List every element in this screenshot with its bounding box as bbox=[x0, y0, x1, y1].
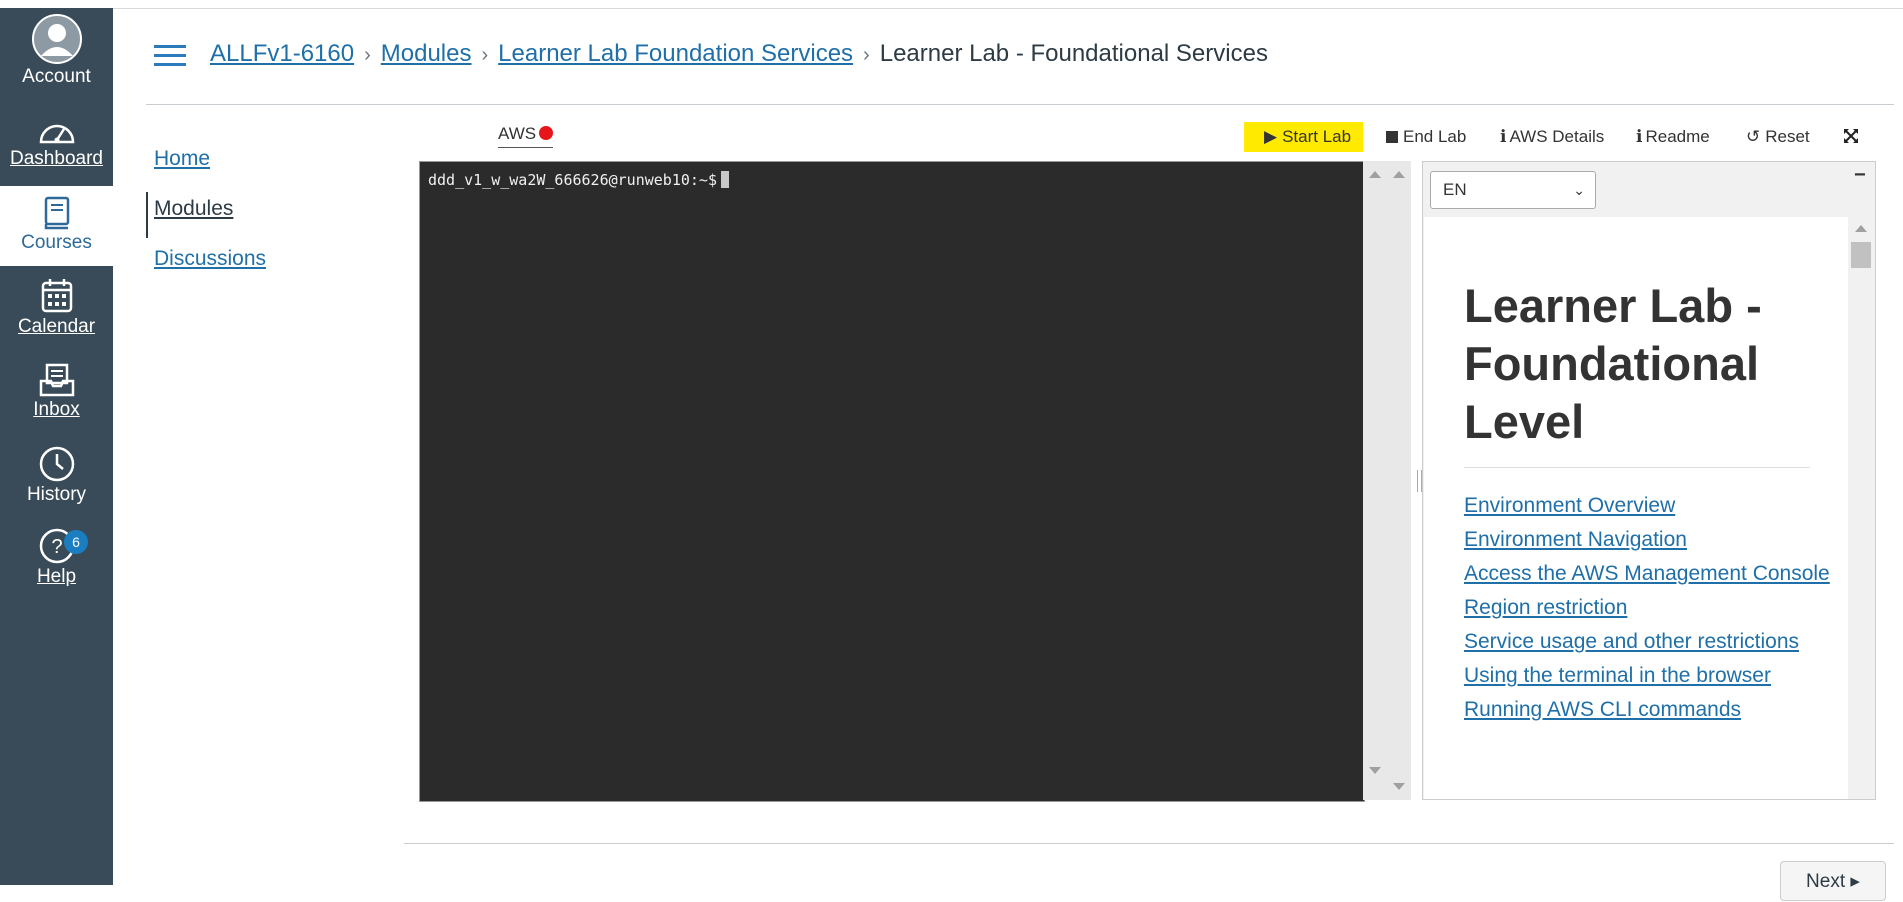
language-select[interactable]: EN ⌄ bbox=[1430, 171, 1596, 209]
nav-account-label: Account bbox=[22, 66, 91, 87]
aws-label: AWS bbox=[498, 124, 537, 143]
nav-history-label: History bbox=[26, 484, 87, 505]
readme-title: Learner Lab - Foundational Level bbox=[1464, 279, 1762, 448]
readme-button[interactable]: ℹ Readme bbox=[1636, 122, 1710, 152]
readme-content: Learner Lab - Foundational Level Environ… bbox=[1424, 217, 1848, 799]
terminal-prompt-line: ddd_v1_w_wa2W_666626@runweb10:~$ bbox=[428, 171, 729, 189]
end-lab-label: End Lab bbox=[1403, 127, 1467, 146]
info-icon: ℹ bbox=[1636, 127, 1643, 146]
start-lab-label: Start Lab bbox=[1282, 127, 1352, 146]
nav-help[interactable]: ? 6 Help bbox=[0, 528, 113, 588]
toc-item: Region restriction bbox=[1464, 591, 1834, 625]
nav-inbox-label: Inbox bbox=[33, 399, 80, 420]
toc-item: Running AWS CLI commands bbox=[1464, 693, 1834, 727]
breadcrumb-current: Learner Lab - Foundational Services bbox=[879, 40, 1268, 67]
breadcrumb-separator-icon: › bbox=[863, 44, 870, 66]
terminal-cursor bbox=[720, 171, 729, 188]
reset-button[interactable]: ↺ Reset bbox=[1746, 122, 1810, 152]
nav-account[interactable]: Account bbox=[0, 14, 113, 88]
nav-calendar-label: Calendar bbox=[17, 316, 96, 337]
chevron-down-icon: ⌄ bbox=[1573, 182, 1585, 198]
aws-details-label: AWS Details bbox=[1509, 127, 1605, 146]
scroll-down-icon[interactable] bbox=[1369, 767, 1381, 774]
calendar-icon bbox=[41, 279, 72, 313]
collapse-panel-button[interactable]: − bbox=[1854, 164, 1866, 187]
dashboard-icon bbox=[39, 124, 74, 144]
toc-item: Access the AWS Management Console bbox=[1464, 557, 1834, 591]
breadcrumb-modules-link[interactable]: Modules bbox=[381, 40, 472, 67]
header-divider bbox=[146, 104, 1894, 105]
end-lab-button[interactable]: End Lab bbox=[1386, 122, 1466, 152]
readme-scroll-thumb[interactable] bbox=[1851, 242, 1871, 268]
nav-courses[interactable]: Courses bbox=[0, 186, 113, 266]
footer-divider bbox=[404, 843, 1894, 844]
course-nav-modules[interactable]: Modules bbox=[146, 190, 396, 240]
fullscreen-button[interactable] bbox=[1843, 122, 1859, 152]
clock-icon bbox=[39, 446, 74, 482]
toc-item: Service usage and other restrictions bbox=[1464, 625, 1834, 659]
language-value: EN bbox=[1443, 180, 1467, 199]
nav-courses-label: Courses bbox=[21, 232, 92, 253]
toc-link[interactable]: Using the terminal in the browser bbox=[1464, 664, 1771, 687]
stop-square-icon bbox=[1386, 122, 1398, 152]
info-icon: ℹ bbox=[1500, 127, 1507, 146]
breadcrumb-separator-icon: › bbox=[481, 44, 489, 66]
nav-help-label: Help bbox=[36, 566, 77, 587]
course-nav-discussions[interactable]: Discussions bbox=[146, 240, 396, 290]
breadcrumb-separator-icon: › bbox=[364, 44, 371, 66]
scroll-up-icon[interactable] bbox=[1855, 225, 1867, 232]
readme-divider bbox=[1464, 467, 1810, 468]
global-nav: Account Dashboard Courses Calendar Inbox… bbox=[0, 8, 113, 885]
nav-history[interactable]: History bbox=[0, 446, 113, 506]
start-lab-button[interactable]: ▶ Start Lab bbox=[1244, 122, 1364, 152]
aws-details-button[interactable]: ℹ AWS Details bbox=[1500, 122, 1604, 152]
avatar-icon bbox=[31, 14, 82, 64]
toc-item: Using the terminal in the browser bbox=[1464, 659, 1834, 693]
courses-book-icon bbox=[44, 196, 69, 230]
nav-dashboard[interactable]: Dashboard bbox=[0, 116, 113, 170]
breadcrumb-module-item-link[interactable]: Learner Lab Foundation Services bbox=[498, 40, 853, 67]
help-notification-badge: 6 bbox=[64, 530, 88, 554]
terminal[interactable]: ddd_v1_w_wa2W_666626@runweb10:~$ bbox=[419, 161, 1365, 802]
aws-console-link[interactable]: AWS bbox=[498, 124, 554, 148]
play-icon: ▶ bbox=[1264, 127, 1278, 146]
aws-status-indicator bbox=[539, 126, 554, 140]
expand-icon bbox=[1844, 129, 1858, 143]
toc-link[interactable]: Environment Navigation bbox=[1464, 528, 1687, 551]
next-button[interactable]: Next ▸ bbox=[1780, 861, 1886, 901]
nav-calendar[interactable]: Calendar bbox=[0, 278, 113, 338]
readme-toc: Environment Overview Environment Navigat… bbox=[1464, 489, 1834, 727]
readme-label: Readme bbox=[1645, 127, 1710, 146]
course-nav-home[interactable]: Home bbox=[146, 140, 396, 190]
reset-label: Reset bbox=[1765, 127, 1810, 146]
toc-item: Environment Overview bbox=[1464, 489, 1834, 523]
breadcrumb: ALLFv1-6160 › Modules › Learner Lab Foundati… bbox=[210, 40, 1268, 68]
toc-link[interactable]: Running AWS CLI commands bbox=[1464, 698, 1741, 721]
scroll-down-icon[interactable] bbox=[1393, 783, 1405, 790]
toc-link[interactable]: Environment Overview bbox=[1464, 494, 1675, 517]
terminal-scrollbar[interactable] bbox=[1363, 161, 1411, 800]
readme-scrollbar[interactable] bbox=[1848, 217, 1874, 799]
svg-text:?: ? bbox=[51, 536, 62, 558]
toc-item: Environment Navigation bbox=[1464, 523, 1834, 557]
reset-icon: ↺ bbox=[1746, 127, 1761, 146]
top-border bbox=[0, 0, 1903, 9]
scroll-up-icon[interactable] bbox=[1369, 171, 1381, 178]
course-nav: Home Modules Discussions bbox=[146, 140, 396, 290]
nav-dashboard-label: Dashboard bbox=[10, 148, 103, 169]
scroll-up-icon[interactable] bbox=[1393, 171, 1405, 178]
toc-link[interactable]: Service usage and other restrictions bbox=[1464, 630, 1799, 653]
toc-link[interactable]: Access the AWS Management Console bbox=[1464, 562, 1830, 585]
course-menu-toggle[interactable] bbox=[154, 45, 186, 67]
toc-link[interactable]: Region restriction bbox=[1464, 596, 1627, 619]
inbox-icon bbox=[39, 363, 74, 397]
breadcrumb-course-link[interactable]: ALLFv1-6160 bbox=[210, 40, 354, 67]
terminal-prompt: ddd_v1_w_wa2W_666626@runweb10:~$ bbox=[428, 171, 717, 189]
nav-inbox[interactable]: Inbox bbox=[0, 363, 113, 421]
